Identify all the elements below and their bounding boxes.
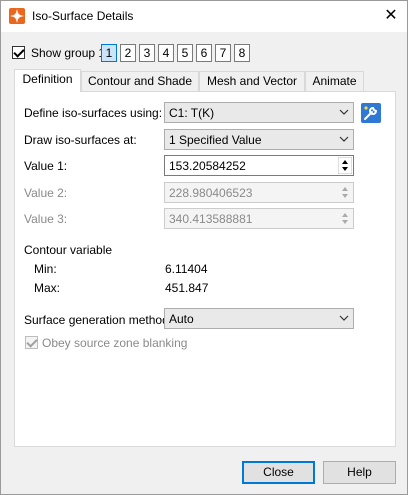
tab-mesh-and-vector[interactable]: Mesh and Vector bbox=[199, 71, 305, 91]
spinner-arrows-icon bbox=[342, 187, 348, 198]
value2-text: 228.980406523 bbox=[169, 186, 253, 200]
chevron-down-icon bbox=[339, 136, 349, 142]
chevron-down-icon bbox=[339, 315, 349, 321]
value1-field[interactable]: 153.20584252 bbox=[164, 155, 354, 176]
draw-at-label: Draw iso-surfaces at: bbox=[24, 133, 137, 147]
definition-panel: Define iso-surfaces using: C1: T(K) Draw… bbox=[14, 91, 396, 447]
group-button-8[interactable]: 8 bbox=[234, 44, 250, 62]
group-button-5[interactable]: 5 bbox=[177, 44, 193, 62]
define-using-label: Define iso-surfaces using: bbox=[24, 106, 163, 120]
group-button-4[interactable]: 4 bbox=[158, 44, 174, 62]
group-button-2[interactable]: 2 bbox=[120, 44, 136, 62]
min-value: 6.11404 bbox=[165, 262, 208, 276]
show-group-checkbox[interactable] bbox=[12, 46, 25, 59]
value1-text: 153.20584252 bbox=[169, 159, 246, 173]
tab-contour-and-shade[interactable]: Contour and Shade bbox=[81, 71, 199, 91]
surface-method-dropdown[interactable]: Auto bbox=[164, 308, 354, 329]
show-group-label: Show group 1 bbox=[31, 46, 106, 60]
draw-at-dropdown[interactable]: 1 Specified Value bbox=[164, 129, 354, 150]
value3-text: 340.413588881 bbox=[169, 212, 253, 226]
obey-blanking-checkbox bbox=[25, 336, 38, 349]
contour-settings-wrench-icon[interactable] bbox=[360, 102, 382, 124]
max-value: 451.847 bbox=[165, 281, 209, 295]
group-button-3[interactable]: 3 bbox=[139, 44, 155, 62]
max-label: Max: bbox=[34, 281, 61, 295]
tecplot-app-icon bbox=[9, 8, 25, 24]
spinner-arrows-icon bbox=[342, 213, 348, 224]
surface-method-value: Auto bbox=[169, 312, 194, 326]
draw-at-value: 1 Specified Value bbox=[169, 133, 262, 147]
iso-surface-details-dialog: Iso-Surface Details ✕ Show group 1 1 2 3… bbox=[0, 0, 408, 495]
define-using-value: C1: T(K) bbox=[169, 106, 215, 120]
contour-variable-heading: Contour variable bbox=[24, 243, 113, 257]
tab-definition[interactable]: Definition bbox=[14, 69, 81, 92]
spinner-arrows-icon[interactable] bbox=[338, 157, 352, 174]
value1-label: Value 1: bbox=[24, 159, 68, 173]
tab-animate[interactable]: Animate bbox=[305, 71, 364, 91]
window-close-button[interactable]: ✕ bbox=[379, 5, 403, 27]
title-bar: Iso-Surface Details ✕ bbox=[1, 1, 407, 32]
window-title: Iso-Surface Details bbox=[32, 9, 134, 23]
chevron-down-icon bbox=[339, 109, 349, 115]
close-button[interactable]: Close bbox=[242, 461, 315, 484]
value2-field: 228.980406523 bbox=[164, 182, 354, 203]
group-button-1[interactable]: 1 bbox=[101, 44, 117, 62]
help-button[interactable]: Help bbox=[323, 461, 396, 484]
value2-label: Value 2: bbox=[24, 186, 68, 200]
define-using-dropdown[interactable]: C1: T(K) bbox=[164, 102, 354, 123]
value3-field: 340.413588881 bbox=[164, 208, 354, 229]
obey-blanking-label: Obey source zone blanking bbox=[42, 336, 188, 350]
value3-label: Value 3: bbox=[24, 212, 68, 226]
group-button-6[interactable]: 6 bbox=[196, 44, 212, 62]
min-label: Min: bbox=[34, 262, 57, 276]
surface-method-label: Surface generation method: bbox=[24, 313, 173, 327]
group-button-7[interactable]: 7 bbox=[215, 44, 231, 62]
